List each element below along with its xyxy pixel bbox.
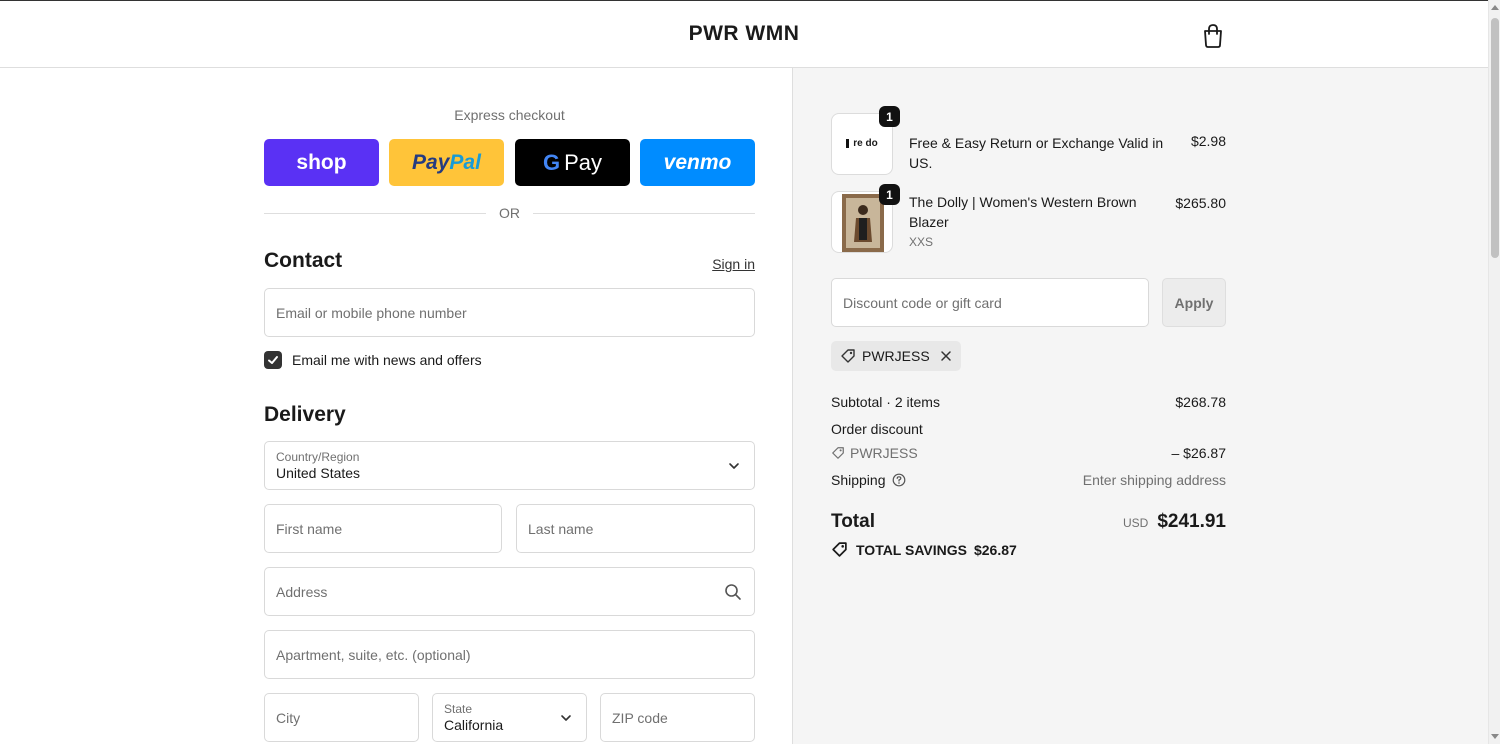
chevron-down-icon bbox=[561, 715, 571, 721]
first-name-input[interactable] bbox=[276, 520, 490, 537]
email-input[interactable] bbox=[276, 304, 743, 321]
header: PWR WMN bbox=[0, 0, 1488, 68]
item-price: $2.98 bbox=[1190, 133, 1226, 149]
total-label: Total bbox=[831, 511, 875, 532]
total-amount: $241.91 bbox=[1157, 511, 1226, 532]
discount-code-text: PWRJESS bbox=[850, 445, 918, 461]
chevron-down-icon bbox=[729, 463, 739, 469]
paypal-label-a: Pay bbox=[412, 150, 450, 174]
savings-label: TOTAL SAVINGS bbox=[856, 541, 967, 558]
news-checkbox-row[interactable]: Email me with news and offers bbox=[264, 351, 482, 369]
item-variant: XXS bbox=[909, 235, 934, 249]
tag-icon bbox=[832, 542, 847, 557]
tag-icon bbox=[832, 447, 844, 459]
search-icon bbox=[725, 584, 741, 600]
country-select[interactable]: Country/Region United States bbox=[264, 441, 755, 490]
quantity-badge: 1 bbox=[879, 106, 900, 127]
total-savings: TOTAL SAVINGS $26.87 bbox=[831, 541, 1017, 558]
country-value: United States bbox=[276, 465, 361, 481]
state-select[interactable]: State California bbox=[432, 693, 587, 742]
email-field[interactable] bbox=[264, 288, 755, 337]
apartment-field[interactable] bbox=[264, 630, 755, 679]
city-field[interactable] bbox=[264, 693, 419, 742]
currency: USD bbox=[1122, 516, 1149, 530]
discount-detail-row: PWRJESS – $26.87 bbox=[831, 445, 1226, 463]
paypal-button[interactable]: Pay Pal bbox=[389, 139, 504, 186]
apply-button[interactable]: Apply bbox=[1162, 278, 1226, 327]
country-label: Country/Region bbox=[276, 450, 360, 464]
total-row: Total USD $241.91 bbox=[831, 511, 1226, 537]
address-field[interactable] bbox=[264, 567, 755, 616]
product-thumbnail: re do 1 bbox=[831, 106, 900, 175]
product-thumbnail: 1 bbox=[831, 184, 900, 253]
city-input[interactable] bbox=[276, 709, 407, 726]
last-name-input[interactable] bbox=[528, 520, 743, 537]
order-discount-row: Order discount bbox=[831, 421, 1226, 437]
order-summary: re do 1 Free & Easy Return or Exchange V… bbox=[792, 68, 1488, 744]
shop-pay-label: shop bbox=[296, 150, 347, 174]
subtotal-value: $268.78 bbox=[1175, 394, 1226, 410]
discount-code-label: PWRJESS bbox=[831, 445, 918, 461]
discount-input[interactable] bbox=[843, 294, 1137, 311]
quantity-badge: 1 bbox=[879, 184, 900, 205]
first-name-field[interactable] bbox=[264, 504, 502, 553]
discount-amount: – $26.87 bbox=[1171, 445, 1227, 461]
order-discount-label: Order discount bbox=[831, 421, 923, 437]
delivery-heading: Delivery bbox=[264, 403, 346, 426]
scroll-down-arrow[interactable] bbox=[1491, 734, 1499, 739]
applied-code: PWRJESS bbox=[862, 348, 930, 364]
or-divider: OR bbox=[264, 205, 755, 221]
apartment-input[interactable] bbox=[276, 646, 743, 663]
shopping-bag-icon[interactable] bbox=[1200, 23, 1226, 49]
venmo-button[interactable]: venmo bbox=[640, 139, 755, 186]
shop-pay-button[interactable]: shop bbox=[264, 139, 379, 186]
line-item: 1 The Dolly | Women's Western Brown Blaz… bbox=[831, 184, 1226, 253]
sign-in-link[interactable]: Sign in bbox=[700, 256, 755, 272]
divider-line bbox=[533, 213, 755, 214]
discount-field[interactable] bbox=[831, 278, 1149, 327]
item-price: $265.80 bbox=[1175, 195, 1226, 211]
scroll-thumb[interactable] bbox=[1491, 18, 1499, 258]
help-icon[interactable] bbox=[892, 473, 906, 487]
page-scrollbar[interactable] bbox=[1488, 0, 1500, 744]
line-item: re do 1 Free & Easy Return or Exchange V… bbox=[831, 106, 1226, 175]
venmo-label: venmo bbox=[663, 150, 732, 174]
checkmark-icon bbox=[268, 356, 278, 364]
contact-heading: Contact bbox=[264, 249, 343, 272]
shipping-value: Enter shipping address bbox=[1082, 472, 1226, 488]
store-logo[interactable]: PWR WMN bbox=[0, 22, 1488, 46]
redo-logo: re do bbox=[832, 138, 892, 149]
express-checkout-title: Express checkout bbox=[454, 107, 565, 123]
last-name-field[interactable] bbox=[516, 504, 755, 553]
subtotal-row: Subtotal · 2 items $268.78 bbox=[831, 394, 1226, 410]
address-input[interactable] bbox=[276, 583, 743, 600]
google-g-icon: G bbox=[542, 149, 561, 175]
item-name: The Dolly | Women's Western Brown Blazer bbox=[909, 194, 1137, 230]
shipping-label-wrap: Shipping bbox=[831, 472, 906, 488]
news-checkbox[interactable] bbox=[264, 351, 282, 369]
applied-discount-chip: PWRJESS bbox=[831, 341, 961, 371]
news-checkbox-label: Email me with news and offers bbox=[292, 352, 482, 368]
tag-icon bbox=[841, 349, 855, 363]
state-label: State bbox=[444, 702, 473, 716]
total-amount-wrap: USD $241.91 bbox=[1123, 511, 1226, 533]
paypal-label-b: Pal bbox=[449, 150, 481, 174]
google-pay-button[interactable]: G Pay bbox=[515, 139, 630, 186]
state-value: California bbox=[444, 717, 504, 733]
zip-field[interactable] bbox=[600, 693, 755, 742]
google-pay-label: Pay bbox=[564, 149, 603, 175]
savings-amount: $26.87 bbox=[973, 541, 1017, 558]
shipping-label: Shipping bbox=[831, 472, 886, 488]
close-icon[interactable] bbox=[940, 350, 952, 362]
subtotal-label: Subtotal · 2 items bbox=[831, 394, 940, 410]
zip-input[interactable] bbox=[612, 709, 743, 726]
checkout-form: Express checkout shop Pay Pal G Pay venmo … bbox=[0, 68, 792, 744]
item-name: Free & Easy Return or Exchange Valid in … bbox=[909, 135, 1164, 171]
shipping-row: Shipping Enter shipping address bbox=[831, 472, 1226, 488]
scroll-up-arrow[interactable] bbox=[1491, 5, 1499, 10]
